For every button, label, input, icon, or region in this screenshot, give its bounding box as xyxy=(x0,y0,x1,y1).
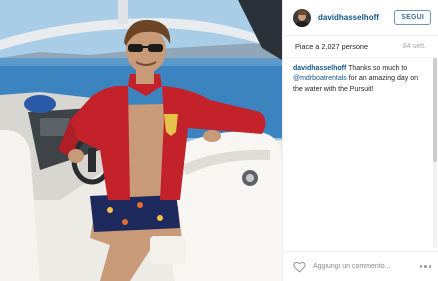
comment-bar xyxy=(283,251,438,281)
caption-text-1: Thanks so much to xyxy=(346,65,408,72)
post-age[interactable]: 84 sett. xyxy=(403,43,426,50)
caption-username-link[interactable]: davidhasselhoff xyxy=(293,65,346,72)
scrollbar-thumb[interactable] xyxy=(433,58,437,162)
caption: davidhasselhoff Thanks so much to @mdrbo… xyxy=(283,58,438,95)
more-options-icon[interactable] xyxy=(419,265,431,268)
username-link[interactable]: davidhasselhoff xyxy=(318,13,394,22)
post-photo[interactable] xyxy=(0,0,282,281)
comments-scrollbar[interactable] xyxy=(433,58,437,248)
instagram-post: davidhasselhoff SEGUI Piace a 2,027 pers… xyxy=(0,0,438,281)
comment-input[interactable] xyxy=(313,259,420,274)
post-photo-image xyxy=(0,0,282,281)
follow-button[interactable]: SEGUI xyxy=(394,10,431,25)
post-header: davidhasselhoff SEGUI xyxy=(283,0,438,36)
heart-outline-icon[interactable] xyxy=(293,261,306,273)
post-stats: Piace a 2,027 persone 84 sett. xyxy=(285,36,436,58)
likes-count[interactable]: Piace a 2,027 persone xyxy=(295,42,368,51)
avatar[interactable] xyxy=(293,8,311,27)
post-details-panel: davidhasselhoff SEGUI Piace a 2,027 pers… xyxy=(282,0,438,281)
caption-mention-link[interactable]: @mdrboatrentals xyxy=(293,75,347,82)
